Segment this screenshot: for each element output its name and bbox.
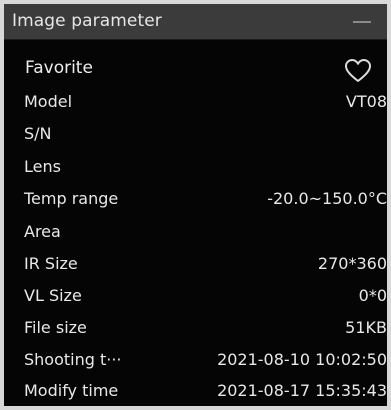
param-row-area: Area [4, 222, 387, 248]
param-row-shooting-time: Shooting t··· 2021-08-10 10:02:50 [4, 350, 387, 376]
param-value: 2021-08-10 10:02:50 [217, 350, 387, 369]
param-row-lens: Lens [4, 157, 387, 183]
param-value: 2021-08-17 15:35:43 [217, 381, 387, 400]
heart-outline-icon[interactable] [344, 58, 372, 84]
param-label: Model [24, 92, 73, 111]
param-label: Lens [24, 157, 61, 176]
param-row-model: Model VT08 [4, 92, 387, 118]
param-label: IR Size [24, 254, 78, 273]
param-row-ir-size: IR Size 270*360 [4, 254, 387, 280]
param-label: File size [24, 318, 87, 337]
param-row-file-size: File size 51KB [4, 318, 387, 344]
param-value: VT08 [345, 92, 387, 111]
panel-title-bar: Image parameter [4, 4, 387, 40]
minus-icon[interactable] [353, 21, 371, 23]
param-label: VL Size [24, 286, 82, 305]
favorite-label: Favorite [25, 58, 93, 78]
param-label: Shooting t··· [24, 350, 122, 369]
param-label: Modify time [24, 381, 119, 400]
param-value: 270*360 [317, 254, 387, 273]
panel-title: Image parameter [12, 11, 162, 31]
param-label: Area [24, 222, 61, 241]
param-value: 51KB [345, 318, 387, 337]
param-row-modify-time: Modify time 2021-08-17 15:35:43 [4, 381, 387, 406]
favorite-row: Favorite [4, 58, 387, 84]
param-row-temp-range: Temp range -20.0~150.0°C [4, 189, 387, 215]
param-row-sn: S/N [4, 124, 387, 150]
param-label: Temp range [24, 189, 119, 208]
param-value: 0*0 [358, 286, 387, 305]
param-value: -20.0~150.0°C [267, 189, 387, 208]
param-label: S/N [24, 124, 52, 143]
image-parameter-panel: Image parameter Favorite Model VT08 S/N … [0, 0, 391, 410]
param-row-vl-size: VL Size 0*0 [4, 286, 387, 312]
